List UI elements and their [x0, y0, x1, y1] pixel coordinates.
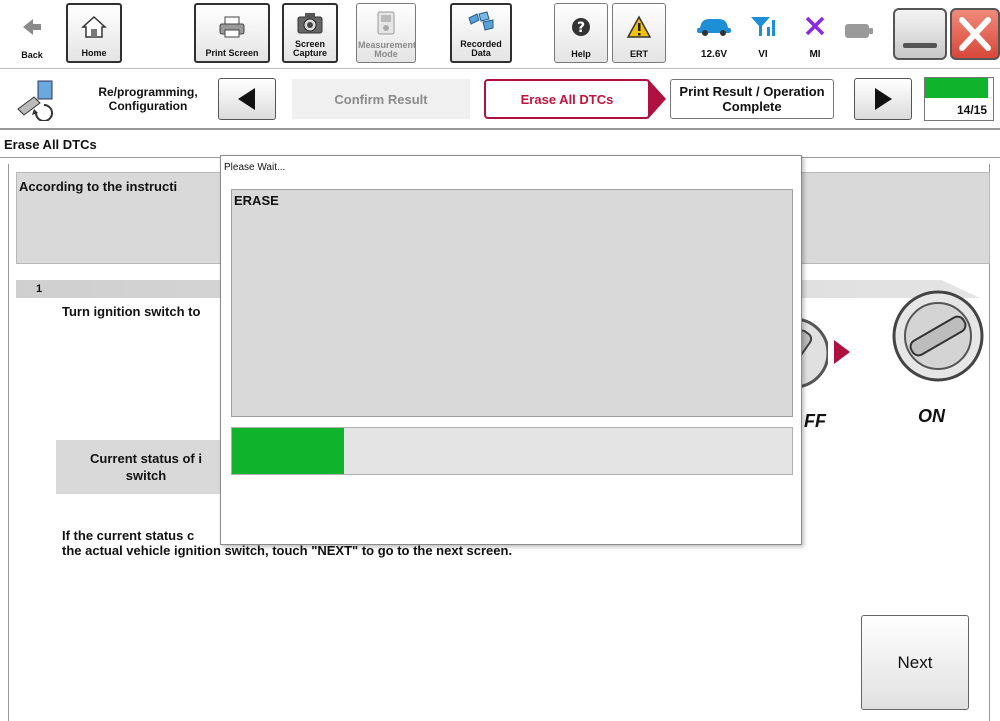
ignition-off-label: FF: [804, 411, 826, 431]
battery-icon: [842, 3, 876, 63]
erase-progress-fill: [232, 428, 344, 474]
step-progress-indicator: 14/15: [924, 77, 994, 121]
ignition-on-label: ON: [918, 406, 945, 426]
minimize-icon: [903, 43, 937, 48]
measurement-mode-label: Measurement Mode: [358, 40, 417, 59]
step-confirm-result: Confirm Result: [292, 79, 470, 119]
close-button[interactable]: [950, 8, 1000, 60]
meter-icon: [357, 4, 415, 41]
step-erase-all-dtcs: Erase All DTCs: [484, 79, 650, 119]
home-button[interactable]: Home: [66, 3, 122, 63]
ert-label: ERT: [630, 49, 648, 59]
mi-x-icon: [804, 3, 826, 49]
please-wait-dialog: Please Wait... ERASE: [220, 155, 802, 545]
printer-icon: [196, 5, 268, 49]
transition-arrow-icon: [834, 340, 850, 364]
status-label-line2: switch: [125, 468, 167, 483]
signal-icon: [749, 3, 777, 49]
arrow-left-icon: [238, 88, 255, 110]
active-step-arrow-icon: [648, 79, 666, 119]
battery-voltage-indicator: 12.6V: [690, 3, 738, 63]
step-progress-count: 14/15: [956, 103, 987, 117]
print-screen-label: Print Screen: [205, 48, 259, 58]
home-icon: [68, 5, 120, 49]
back-button[interactable]: Back: [3, 3, 61, 63]
svg-text:?: ?: [577, 20, 585, 36]
dialog-message-panel: ERASE: [231, 189, 793, 417]
step-instruction-text: Turn ignition switch to: [62, 304, 201, 319]
body-text-line2: the actual vehicle ignition switch, touc…: [62, 543, 513, 558]
next-step-button[interactable]: [854, 78, 912, 120]
help-label: Help: [571, 49, 591, 59]
next-button[interactable]: Next: [861, 615, 969, 710]
arrow-right-icon: [875, 88, 892, 110]
ignition-switch-icon: [892, 290, 984, 382]
step-progress-fill: [925, 78, 989, 98]
ert-button[interactable]: ERT: [612, 3, 666, 63]
instruction-text: According to the instructi: [19, 179, 178, 194]
body-text-line1: If the current status c: [62, 528, 195, 543]
mi-indicator: MI: [800, 3, 830, 63]
mode-label: Re/programming, Configuration: [98, 85, 198, 113]
warning-icon: [613, 4, 665, 50]
reprogramming-icon: [14, 79, 62, 122]
dialog-title: Please Wait...: [224, 162, 286, 173]
camera-icon: [284, 5, 336, 40]
erase-progress-bar: [231, 427, 793, 475]
previous-step-button[interactable]: [218, 78, 276, 120]
recorded-data-label: Recorded Data: [460, 39, 502, 58]
car-icon: [695, 3, 733, 49]
vi-indicator: VI: [748, 3, 778, 63]
help-icon: ?: [555, 4, 607, 50]
measurement-mode-button[interactable]: Measurement Mode: [356, 3, 416, 63]
close-icon: [959, 17, 991, 51]
back-label: Back: [21, 50, 43, 60]
home-label: Home: [81, 48, 107, 58]
vi-label: VI: [758, 49, 768, 60]
screen-capture-label: Screen Capture: [292, 39, 327, 58]
ignition-status-box: Current status of i switch: [56, 440, 236, 494]
recorded-data-icon: [452, 5, 510, 40]
page-title: Erase All DTCs: [4, 137, 97, 152]
status-label-line1: Current status of i: [90, 451, 202, 466]
dialog-heading: ERASE: [234, 193, 279, 208]
minimize-button[interactable]: [893, 8, 947, 60]
step-navigation-bar: Re/programming, Configuration Confirm Re…: [0, 68, 1000, 130]
battery-voltage: 12.6V: [700, 49, 728, 60]
step-number: 1: [36, 283, 43, 295]
main-toolbar: Back Home Print Screen Screen Capture Me…: [0, 0, 1000, 68]
recorded-data-button[interactable]: Recorded Data: [450, 3, 512, 63]
back-arrow-icon: [3, 3, 61, 51]
mi-label: MI: [809, 49, 821, 60]
help-button[interactable]: ? Help: [554, 3, 608, 63]
step-print-result: Print Result / Operation Complete: [670, 79, 834, 119]
screen-capture-button[interactable]: Screen Capture: [282, 3, 338, 63]
print-screen-button[interactable]: Print Screen: [194, 3, 270, 63]
